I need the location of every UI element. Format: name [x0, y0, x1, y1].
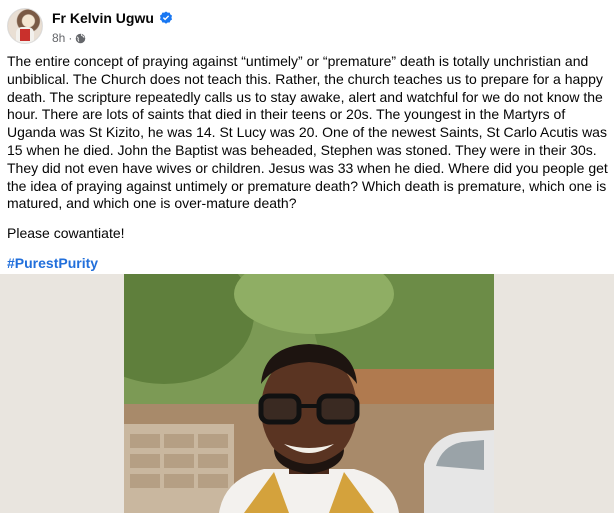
globe-icon[interactable] [75, 33, 86, 44]
verified-badge-icon [159, 11, 172, 24]
post-time[interactable]: 8h [52, 31, 65, 45]
author-name[interactable]: Fr Kelvin Ugwu [52, 10, 154, 26]
post-photo-container [0, 274, 614, 513]
post-meta: Fr Kelvin Ugwu 8h · [52, 8, 173, 45]
post-paragraph: The entire concept of praying against “u… [7, 53, 608, 212]
post-photo[interactable] [124, 274, 494, 513]
post-body: The entire concept of praying against “u… [7, 53, 611, 273]
hashtag-link[interactable]: #PurestPurity [7, 255, 98, 271]
meta-separator: · [68, 31, 73, 45]
post-header: Fr Kelvin Ugwu 8h · [7, 8, 173, 48]
author-avatar[interactable] [7, 8, 43, 44]
post-paragraph: Please cowantiate! [7, 225, 125, 242]
